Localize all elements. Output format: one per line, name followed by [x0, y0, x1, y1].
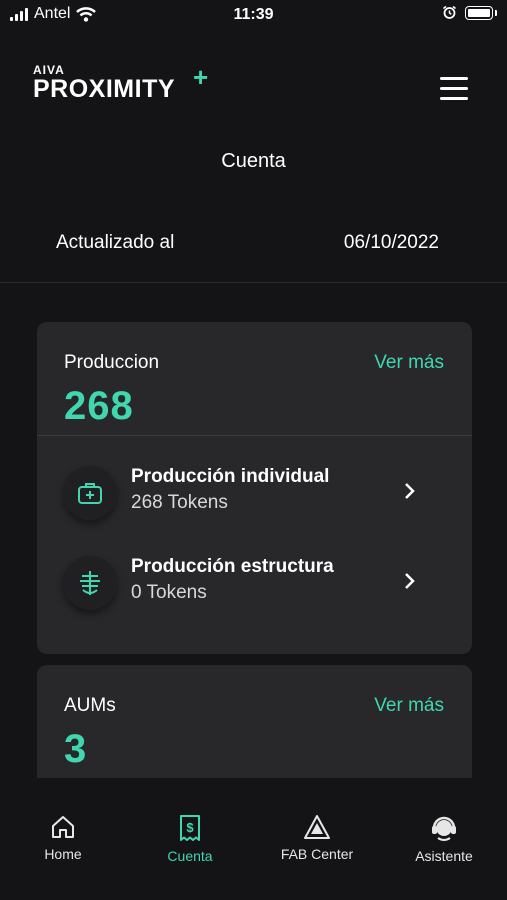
production-individual-row[interactable]: Producción individual 268 Tokens [63, 462, 443, 522]
triangle-icon [304, 815, 330, 839]
nav-label: Asistente [415, 848, 473, 864]
medical-case-icon [63, 466, 117, 520]
nav-home[interactable]: Home [8, 814, 118, 862]
nav-label: Cuenta [167, 848, 213, 864]
menu-button[interactable] [440, 76, 468, 100]
production-title: Produccion [64, 352, 160, 373]
production-see-more-link[interactable]: Ver más [374, 352, 444, 374]
nav-label: FAB Center [280, 846, 354, 862]
updated-label: Actualizado al [56, 232, 175, 253]
hamburger-icon-line [440, 97, 468, 100]
structure-icon [63, 556, 117, 610]
page-title: Cuenta [221, 150, 286, 172]
alarm-icon [443, 5, 456, 19]
nav-cuenta[interactable]: $ Cuenta [135, 814, 245, 864]
nav-fab-center[interactable]: FAB Center [262, 814, 372, 862]
card-divider [37, 435, 472, 436]
battery-tip [495, 9, 497, 16]
logo-plus: + [193, 62, 209, 92]
status-right [442, 5, 497, 20]
battery-icon [465, 5, 493, 20]
logo-main-text: PROXIMITY [33, 75, 176, 103]
receipt-dollar-icon: $ [180, 815, 200, 841]
aums-value: 3 [64, 727, 88, 771]
bottom-nav: Home $ Cuenta FAB Center Asistente [0, 778, 507, 900]
aums-see-more-link[interactable]: Ver más [374, 695, 444, 717]
production-card: Produccion Ver más 268 Producción indivi… [37, 322, 472, 654]
app-logo: AIVA PROXIMITY + [33, 62, 208, 103]
divider [0, 282, 507, 283]
updated-date: 06/10/2022 [343, 232, 439, 253]
nav-label: Home [44, 846, 82, 862]
chevron-right-icon [405, 483, 415, 499]
status-bar: Antel 11:39 [0, 0, 507, 30]
row-subtitle: 268 Tokens [131, 492, 228, 513]
production-structure-row[interactable]: Producción estructura 0 Tokens [63, 552, 443, 612]
hamburger-icon-line [440, 87, 468, 90]
svg-text:$: $ [186, 820, 194, 835]
aums-title: AUMs [64, 695, 116, 716]
assistant-headset-icon [432, 816, 456, 841]
chevron-right-icon [405, 573, 415, 589]
production-value: 268 [64, 384, 134, 428]
hamburger-icon-line [440, 77, 468, 80]
home-icon [52, 816, 74, 838]
row-title: Producción estructura [131, 556, 334, 577]
row-subtitle: 0 Tokens [131, 582, 207, 603]
row-title: Producción individual [131, 466, 330, 487]
status-time: 11:39 [233, 6, 274, 23]
nav-asistente[interactable]: Asistente [389, 814, 499, 864]
